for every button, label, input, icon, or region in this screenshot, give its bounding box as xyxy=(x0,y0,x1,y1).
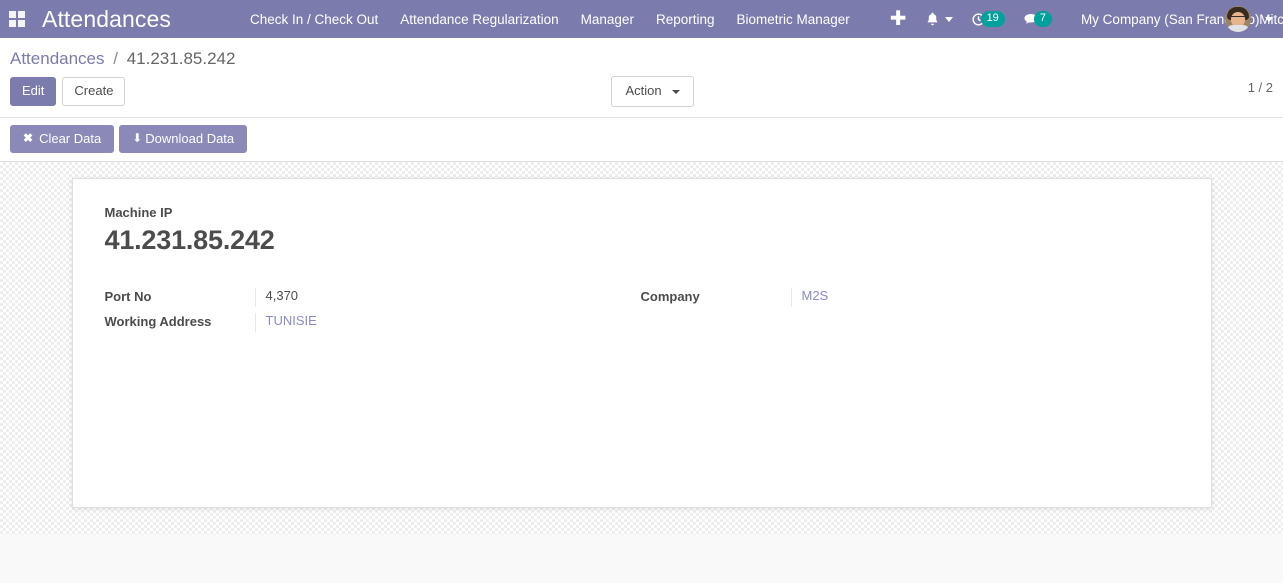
navbar-menu: Check In / Check Out Attendance Regulari… xyxy=(239,2,861,37)
download-icon: ⬇ xyxy=(132,131,143,145)
messages-count-badge: 7 xyxy=(1033,11,1052,27)
control-panel-buttons: Edit Create Action 1 / 2 xyxy=(0,73,1283,117)
field-port-no: Port No 4,370 xyxy=(105,288,641,307)
field-label-working-address: Working Address xyxy=(104,314,212,329)
breadcrumb-current: 41.231.85.242 xyxy=(126,49,236,68)
download-data-label: Download Data xyxy=(145,131,235,146)
form-sheet-background: Machine IP 41.231.85.242 Port No 4,370 W… xyxy=(0,162,1283,535)
field-company: Company M2S xyxy=(641,288,1141,307)
control-panel: Attendances / 41.231.85.242 Edit Create … xyxy=(0,38,1283,118)
apps-menu-button[interactable] xyxy=(0,0,34,38)
form-statusbar: ✖ Clear Data ⬇ Download Data xyxy=(0,118,1283,162)
form-column-left: Port No 4,370 Working Address TUNISIE xyxy=(105,288,641,338)
nav-item-attendance-regularization[interactable]: Attendance Regularization xyxy=(389,2,569,37)
times-icon: ✖ xyxy=(23,131,34,145)
page-footer-area xyxy=(0,535,1283,583)
nav-item-reporting[interactable]: Reporting xyxy=(645,2,726,37)
activities-button[interactable]: 19 xyxy=(962,5,1014,33)
notifications-button[interactable] xyxy=(916,5,962,33)
apps-grid-icon xyxy=(9,11,25,27)
edit-button[interactable]: Edit xyxy=(10,77,57,106)
avatar xyxy=(1225,6,1252,32)
activity-count-badge: 19 xyxy=(980,11,1005,27)
chevron-down-icon xyxy=(672,89,681,94)
clear-data-button[interactable]: ✖ Clear Data xyxy=(10,125,115,153)
field-value-company-wrap: M2S xyxy=(790,288,1141,307)
user-menu[interactable]: Mitche xyxy=(1219,2,1283,36)
field-value-company[interactable]: M2S xyxy=(802,288,829,303)
nav-item-manager[interactable]: Manager xyxy=(570,2,645,37)
form-column-right: Company M2S xyxy=(641,288,1141,338)
form-fields-grid: Port No 4,370 Working Address TUNISIE Co… xyxy=(105,288,1179,338)
nav-item-biometric-manager[interactable]: Biometric Manager xyxy=(726,2,861,37)
quick-create-button[interactable]: ✚ xyxy=(881,6,916,32)
download-data-button[interactable]: ⬇ Download Data xyxy=(119,125,248,153)
nav-item-check-in-check-out[interactable]: Check In / Check Out xyxy=(239,2,389,37)
action-dropdown-label: Action xyxy=(625,83,662,98)
plus-icon: ✚ xyxy=(889,8,907,30)
field-label-port-no: Port No xyxy=(104,289,152,304)
breadcrumb: Attendances / 41.231.85.242 xyxy=(0,38,1283,73)
record-pager[interactable]: 1 / 2 xyxy=(1248,80,1273,95)
field-value-working-address[interactable]: TUNISIE xyxy=(266,313,317,328)
bell-icon xyxy=(927,12,937,26)
app-brand-title[interactable]: Attendances xyxy=(34,6,181,33)
form-sheet: Machine IP 41.231.85.242 Port No 4,370 W… xyxy=(71,178,1212,508)
clear-data-label: Clear Data xyxy=(39,131,102,146)
machine-ip-value: 41.231.85.242 xyxy=(104,225,275,255)
chevron-down-icon xyxy=(944,16,953,22)
messages-button[interactable]: 7 xyxy=(1014,5,1061,33)
create-button[interactable]: Create xyxy=(62,77,126,106)
action-dropdown-button[interactable]: Action xyxy=(611,76,695,107)
field-working-address: Working Address TUNISIE xyxy=(105,313,641,332)
username-label: Mitche xyxy=(1259,11,1283,27)
breadcrumb-root-link[interactable]: Attendances xyxy=(10,49,105,68)
breadcrumb-separator: / xyxy=(113,49,118,68)
field-label-company: Company xyxy=(640,289,700,304)
field-value-working-address-wrap: TUNISIE xyxy=(254,313,641,332)
machine-ip-label: Machine IP xyxy=(104,205,173,220)
navbar-right-tools: ✚ 19 7 My Company (San Francisco) Mitc xyxy=(881,3,1283,36)
field-value-port-no: 4,370 xyxy=(254,288,641,307)
top-navbar: Attendances Check In / Check Out Attenda… xyxy=(0,0,1283,38)
